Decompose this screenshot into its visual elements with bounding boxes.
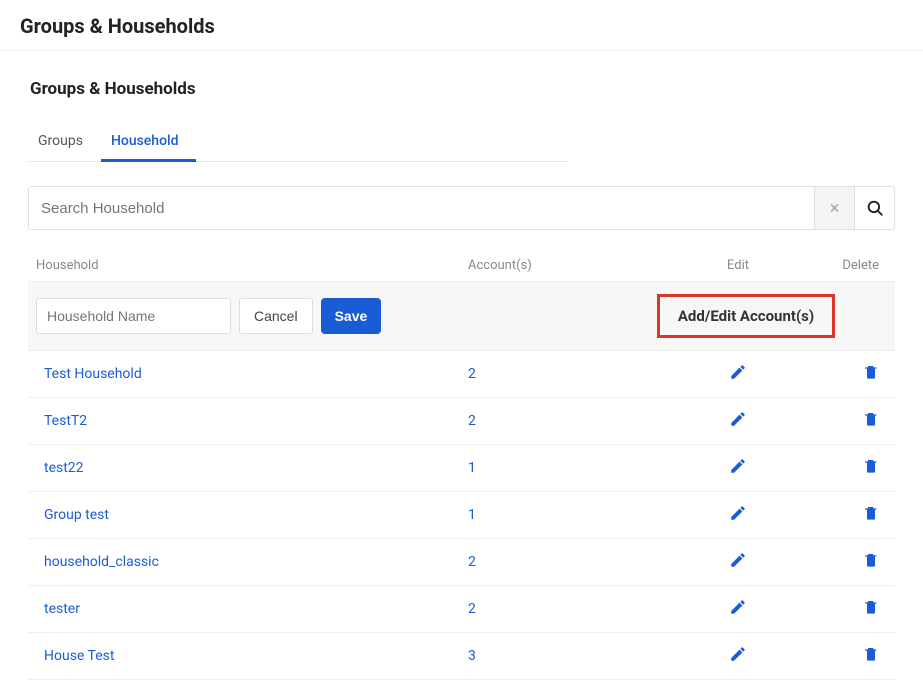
trash-icon [863, 551, 879, 569]
household-link[interactable]: House Test [36, 648, 114, 664]
tab-groups[interactable]: Groups [28, 123, 101, 162]
edit-button[interactable] [729, 504, 747, 522]
tabs: Groups Household [28, 123, 568, 162]
household-link[interactable]: test22 [36, 460, 84, 476]
household-link[interactable]: Group test [36, 507, 109, 523]
table-header-row: Household Account(s) Edit Delete [28, 250, 895, 282]
household-link[interactable]: household_classic [36, 554, 159, 570]
edit-button[interactable] [729, 410, 747, 428]
pencil-icon [729, 551, 747, 569]
search-icon [866, 199, 884, 217]
trash-icon [863, 457, 879, 475]
pencil-icon [729, 645, 747, 663]
edit-button[interactable] [729, 363, 747, 381]
search-bar: × [28, 186, 895, 230]
tab-household[interactable]: Household [101, 123, 197, 162]
accounts-count[interactable]: 2 [468, 366, 476, 382]
household-table: Household Account(s) Edit Delete Cancel … [28, 250, 895, 680]
delete-button[interactable] [863, 410, 879, 428]
add-edit-accounts-button[interactable]: Add/Edit Account(s) [657, 294, 835, 338]
accounts-count[interactable]: 2 [468, 554, 476, 570]
accounts-count[interactable]: 2 [468, 413, 476, 429]
delete-button[interactable] [863, 598, 879, 616]
delete-button[interactable] [863, 363, 879, 381]
table-row: test22 1 [28, 445, 895, 492]
accounts-count[interactable]: 3 [468, 648, 476, 664]
household-link[interactable]: Test Household [36, 366, 142, 382]
household-link[interactable]: TestT2 [36, 413, 87, 429]
edit-button[interactable] [729, 551, 747, 569]
search-button[interactable] [854, 187, 894, 229]
trash-icon [863, 410, 879, 428]
edit-button[interactable] [729, 598, 747, 616]
edit-button[interactable] [729, 645, 747, 663]
accounts-count[interactable]: 2 [468, 601, 476, 617]
table-row: tester 2 [28, 586, 895, 633]
pencil-icon [729, 598, 747, 616]
household-name-input[interactable] [36, 298, 231, 334]
table-row: Test Household 2 [28, 351, 895, 398]
edit-button[interactable] [729, 457, 747, 475]
table-row: Group test 1 [28, 492, 895, 539]
section-title: Groups & Households [0, 51, 923, 99]
pencil-icon [729, 410, 747, 428]
header-household: Household [28, 258, 468, 273]
cancel-button[interactable]: Cancel [239, 298, 313, 334]
header-delete: Delete [828, 258, 895, 273]
save-button[interactable]: Save [321, 298, 382, 334]
header-edit: Edit [648, 258, 828, 273]
accounts-count[interactable]: 1 [468, 460, 476, 476]
delete-button[interactable] [863, 645, 879, 663]
pencil-icon [729, 504, 747, 522]
close-icon: × [830, 198, 840, 219]
table-row: household_classic 2 [28, 539, 895, 586]
trash-icon [863, 363, 879, 381]
table-row: TestT2 2 [28, 398, 895, 445]
accounts-count[interactable]: 1 [468, 507, 476, 523]
pencil-icon [729, 363, 747, 381]
household-link[interactable]: tester [36, 601, 80, 617]
new-household-row: Cancel Save Add/Edit Account(s) [28, 282, 895, 351]
delete-button[interactable] [863, 457, 879, 475]
page-title: Groups & Households [0, 0, 923, 51]
clear-search-button[interactable]: × [814, 187, 854, 229]
trash-icon [863, 598, 879, 616]
search-input[interactable] [29, 187, 814, 229]
header-accounts: Account(s) [468, 258, 648, 273]
trash-icon [863, 645, 879, 663]
pencil-icon [729, 457, 747, 475]
trash-icon [863, 504, 879, 522]
delete-button[interactable] [863, 504, 879, 522]
delete-button[interactable] [863, 551, 879, 569]
